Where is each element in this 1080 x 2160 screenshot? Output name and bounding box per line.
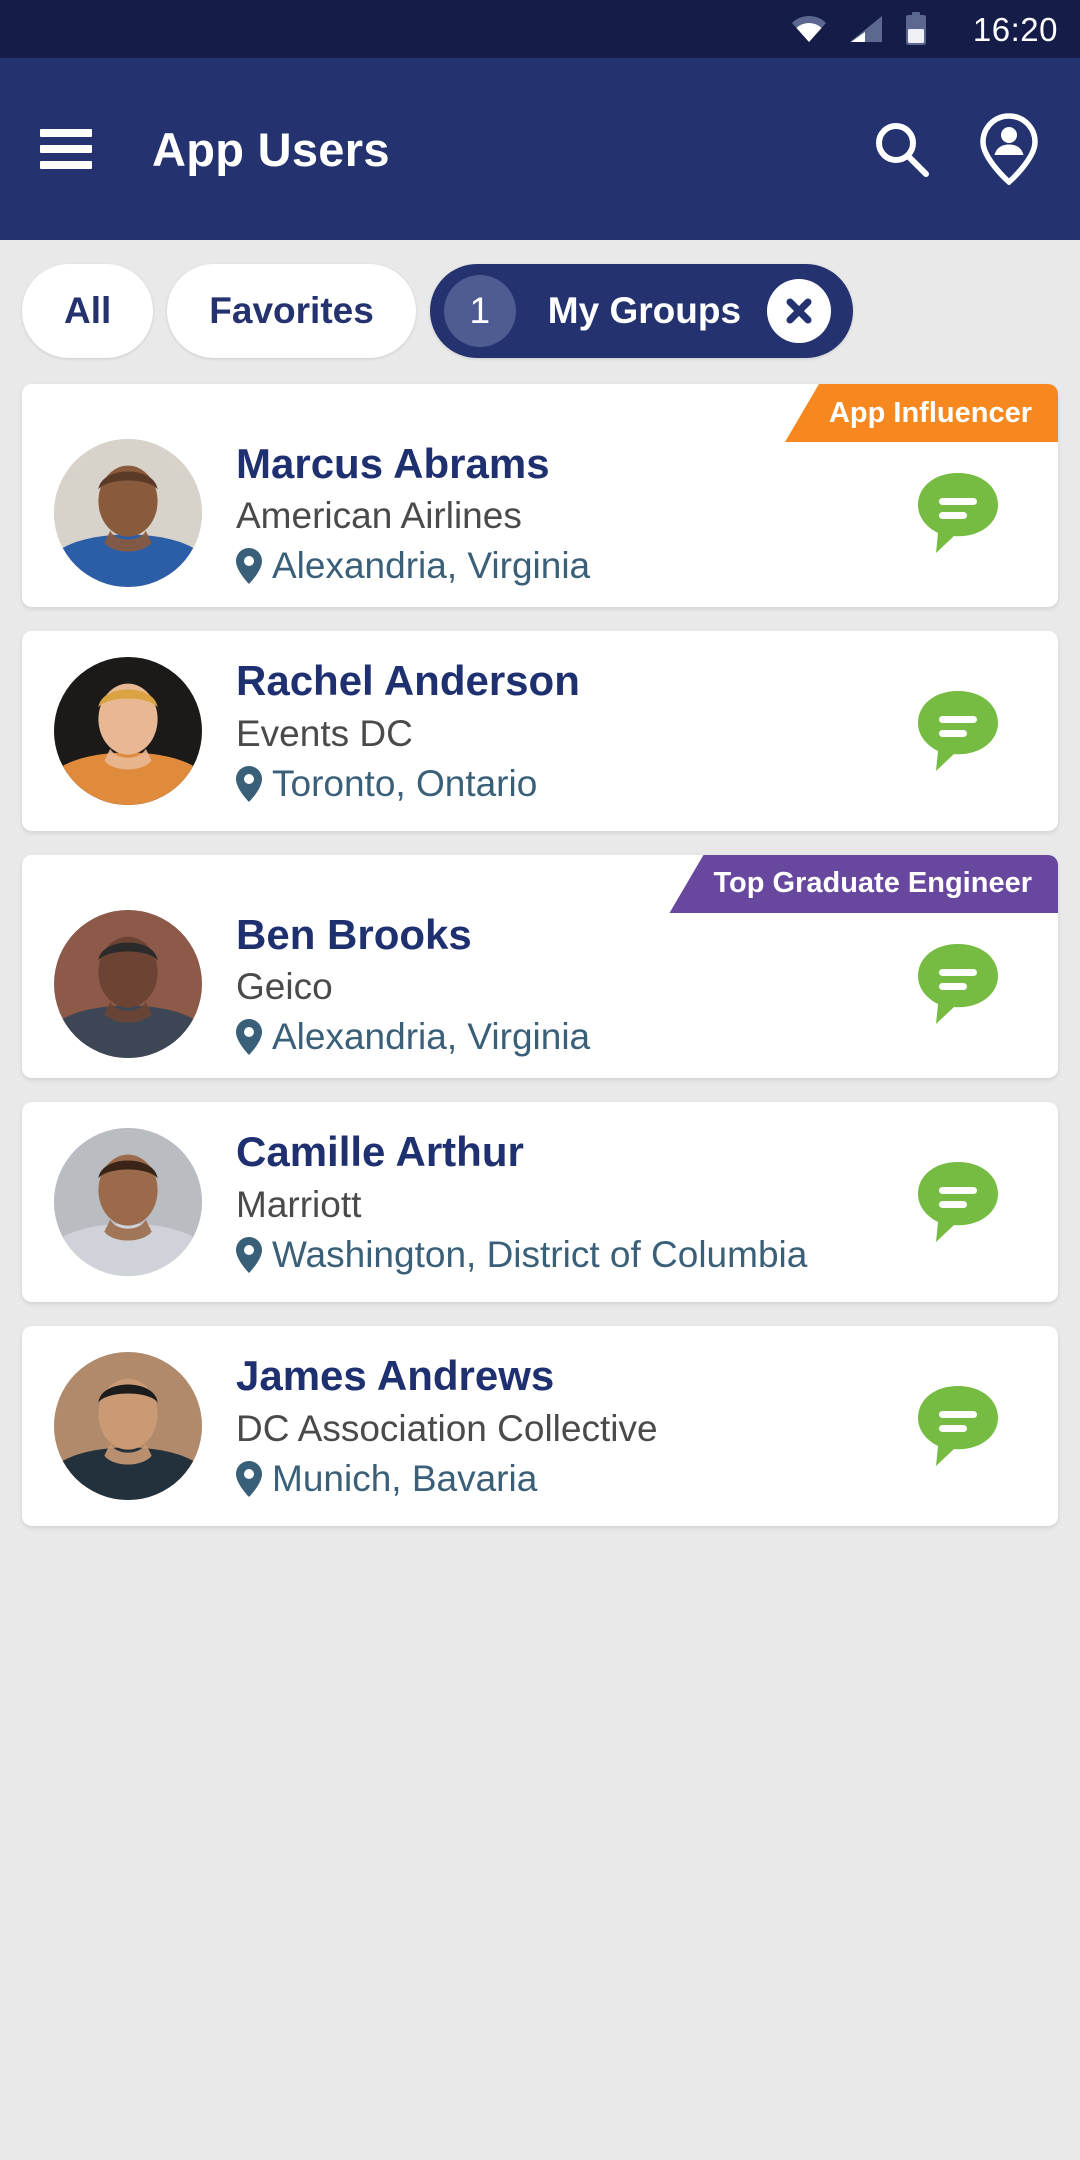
user-card-body: Camille Arthur Marriott Washington, Distri… [236,1126,890,1277]
avatar [54,439,202,588]
user-location: Toronto, Ontario [272,762,538,804]
search-button[interactable] [864,112,938,186]
user-card-body: Marcus Abrams American Airlines Alexandria… [236,438,890,589]
avatar [54,910,202,1059]
avatar [54,1127,202,1276]
app-bar: App Users [0,58,1080,240]
user-badge-label: App Influencer [828,396,1032,429]
hamburger-bar [40,145,92,153]
user-badge-label: Top Graduate Engineer [713,867,1032,900]
user-location-row: Alexandria, Virginia [236,1014,890,1060]
user-card-body: Rachel Anderson Events DC Toronto, Ontario [236,655,890,806]
filter-chip-label: My Groups [547,290,742,331]
filter-chips-row: All Favorites 1 My Groups [0,240,1080,384]
user-company: Marriott [236,1183,362,1225]
filter-chip-favorites[interactable]: Favorites [167,264,416,358]
hamburger-bar [40,129,92,137]
user-name: Ben Brooks [236,910,472,958]
user-card[interactable]: Top Graduate Engineer Ben Brooks Geico Alex… [22,854,1058,1078]
user-list: App Influencer Marcus Abrams American Airl… [0,384,1080,2160]
map-pin-icon [236,1460,262,1497]
nearby-users-button[interactable] [972,112,1046,186]
chat-bubble-icon [918,1161,998,1242]
user-location-row: Munich, Bavaria [236,1456,890,1502]
status-bar: 16:20 [0,0,1080,58]
status-bar-icons: 16:20 [791,12,1058,46]
user-location-row: Alexandria, Virginia [236,543,890,589]
message-user-button[interactable] [910,1154,1006,1250]
battery-icon [905,12,926,45]
user-card[interactable]: App Influencer Marcus Abrams American Airl… [22,384,1058,607]
hamburger-bar [40,161,92,169]
message-user-button[interactable] [910,683,1006,779]
user-location-row: Toronto, Ontario [236,761,890,807]
cellular-signal-icon [849,16,882,42]
avatar [54,656,202,805]
user-company: Geico [236,966,333,1008]
user-name: Marcus Abrams [236,440,550,487]
filter-chip-count-badge: 1 [443,275,516,347]
chat-bubble-icon [918,690,998,771]
close-x-icon [786,298,812,324]
map-pin-icon [236,548,262,585]
user-card[interactable]: Camille Arthur Marriott Washington, Distri… [22,1101,1058,1302]
user-location: Munich, Bavaria [272,1457,538,1499]
map-pin-icon [236,1236,262,1273]
user-company: DC Association Collective [236,1407,658,1449]
chat-bubble-icon [918,473,998,554]
map-pin-icon [236,1019,262,1056]
user-company: Events DC [236,712,413,754]
account-location-pin-icon [980,113,1038,185]
user-name: Rachel Anderson [236,657,580,705]
user-location: Alexandria, Virginia [272,1016,591,1058]
page-title: App Users [152,122,390,176]
user-card-body: Ben Brooks Geico Alexandria, Virginia [236,909,890,1060]
user-location-row: Washington, District of Columbia [236,1232,890,1278]
filter-chip-all[interactable]: All [22,264,154,358]
search-icon [876,123,929,177]
message-user-button[interactable] [910,936,1006,1032]
map-pin-icon [236,765,262,802]
message-user-button[interactable] [910,1378,1006,1474]
wifi-icon [791,15,826,42]
user-card-body: James Andrews DC Association Collective Mu… [236,1350,890,1501]
filter-chip-clear-button[interactable] [767,279,832,343]
user-name: Camille Arthur [236,1128,524,1176]
user-location: Alexandria, Virginia [272,545,591,587]
user-company: American Airlines [236,495,522,537]
status-bar-clock: 16:20 [972,10,1058,48]
filter-chip-my-groups[interactable]: 1 My Groups [429,264,854,358]
user-location: Washington, District of Columbia [272,1233,808,1275]
chat-bubble-icon [918,1385,998,1466]
chat-bubble-icon [918,944,998,1025]
user-badge: App Influencer [784,384,1058,442]
user-badge: Top Graduate Engineer [669,854,1058,913]
user-name: James Andrews [236,1352,555,1400]
app-root: 16:20 App Users All Favorites 1 My Group… [0,0,1080,2160]
hamburger-menu-icon[interactable] [40,129,92,169]
message-user-button[interactable] [910,465,1006,561]
avatar [54,1351,202,1500]
user-card[interactable]: Rachel Anderson Events DC Toronto, Ontario [22,630,1058,831]
user-card[interactable]: James Andrews DC Association Collective Mu… [22,1325,1058,1526]
